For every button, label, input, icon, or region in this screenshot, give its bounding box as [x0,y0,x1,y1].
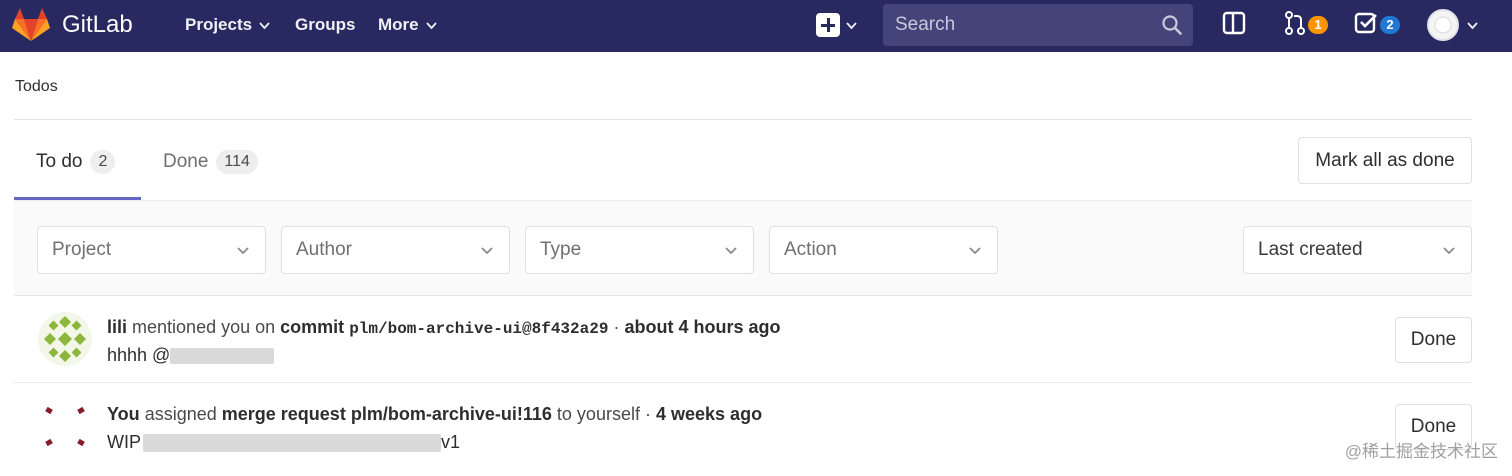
todo-title: lili mentioned you on commit plm/bom-arc… [107,317,780,338]
merge-requests-count-badge: 1 [1308,15,1328,34]
todo-separator: · [644,404,651,424]
avatar[interactable] [38,312,92,366]
new-item-button[interactable] [816,13,858,37]
filter-bar: Project Author Type Action Last created [14,200,1472,296]
todo-time: about 4 hours ago [624,317,781,337]
todo-time: 4 weeks ago [656,404,763,424]
top-navbar: GitLab Projects Groups More Search 1 2 [0,0,1512,52]
todo-target-type: merge request [221,404,346,424]
tab-done[interactable]: Done 114 [163,150,258,174]
todo-body-text: hhhh @ [107,345,171,365]
search-icon[interactable] [1161,14,1183,36]
todo-action: assigned [144,404,217,424]
todo-target-link[interactable]: plm/bom-archive-ui@8f432a29 [349,320,608,338]
type-filter-dropdown[interactable]: Type [525,226,754,274]
todo-target-type: commit [280,317,345,337]
sort-label: Last created [1258,239,1363,260]
type-filter-label: Type [540,239,582,260]
project-filter-label: Project [52,239,112,260]
chevron-down-icon [1441,242,1457,258]
divider [14,119,1472,120]
chevron-down-icon [845,19,858,32]
avatar[interactable] [38,400,92,454]
sidebar-toggle-icon [1222,10,1246,41]
brand-name[interactable]: GitLab [62,11,133,39]
chevron-down-icon [425,19,438,32]
nav-more-label: More [378,15,419,34]
nav-projects[interactable]: Projects [185,15,271,35]
search-box [883,4,1193,46]
todos-button[interactable]: 2 [1354,11,1400,39]
todos-count-badge: 2 [1380,15,1400,34]
chevron-down-icon [258,19,271,32]
author-filter-label: Author [296,239,352,260]
todo-author[interactable]: You [107,404,140,424]
merge-request-icon [1284,10,1306,41]
mark-all-done-button[interactable]: Mark all as done [1298,137,1472,184]
todo-check-icon [1354,10,1378,41]
plus-icon [816,13,840,37]
chevron-down-icon [967,242,983,258]
tab-todo-count: 2 [90,150,116,174]
nav-groups[interactable]: Groups [295,15,355,35]
todo-body: hhhh @ [107,345,275,366]
search-input[interactable] [883,4,1193,46]
user-avatar[interactable] [1427,9,1459,41]
sidebar-toggle-button[interactable] [1222,11,1246,39]
action-filter-label: Action [784,239,837,260]
redacted-mention [170,348,275,365]
todo-author[interactable]: lili [107,317,127,337]
todo-title: You assigned merge request plm/bom-archi… [107,404,762,425]
sort-dropdown[interactable]: Last created [1243,226,1472,274]
author-filter-dropdown[interactable]: Author [281,226,510,274]
chevron-down-icon [479,242,495,258]
todo-body: WIP v1 [107,432,460,453]
todo-body-text: WIP [107,432,141,452]
chevron-down-icon [723,242,739,258]
tab-done-label: Done [163,151,209,172]
project-filter-dropdown[interactable]: Project [37,226,266,274]
todo-suffix: to yourself [556,404,640,424]
chevron-down-icon [235,242,251,258]
chevron-down-icon[interactable] [1466,19,1479,32]
todo-done-button[interactable]: Done [1395,317,1472,363]
tab-todo[interactable]: To do 2 [36,150,116,174]
tab-todo-label: To do [36,151,83,172]
todo-action: mentioned you on [132,317,276,337]
action-filter-dropdown[interactable]: Action [769,226,998,274]
redacted-title [143,434,441,453]
breadcrumb[interactable]: Todos [15,78,58,96]
nav-projects-label: Projects [185,15,253,34]
merge-requests-button[interactable]: 1 [1284,10,1328,41]
todo-item: lili mentioned you on commit plm/bom-arc… [14,297,1472,383]
todo-separator: · [613,317,620,337]
gitlab-logo-icon[interactable] [12,7,50,43]
nav-groups-label: Groups [295,15,356,34]
todo-item: You assigned merge request plm/bom-archi… [14,384,1472,476]
watermark: @稀土掘金技术社区 [1344,442,1498,461]
nav-more[interactable]: More [378,15,438,35]
tab-done-count: 114 [216,150,258,174]
todo-target-link[interactable]: plm/bom-archive-ui!116 [351,404,552,424]
todo-body-tail: v1 [441,432,461,452]
